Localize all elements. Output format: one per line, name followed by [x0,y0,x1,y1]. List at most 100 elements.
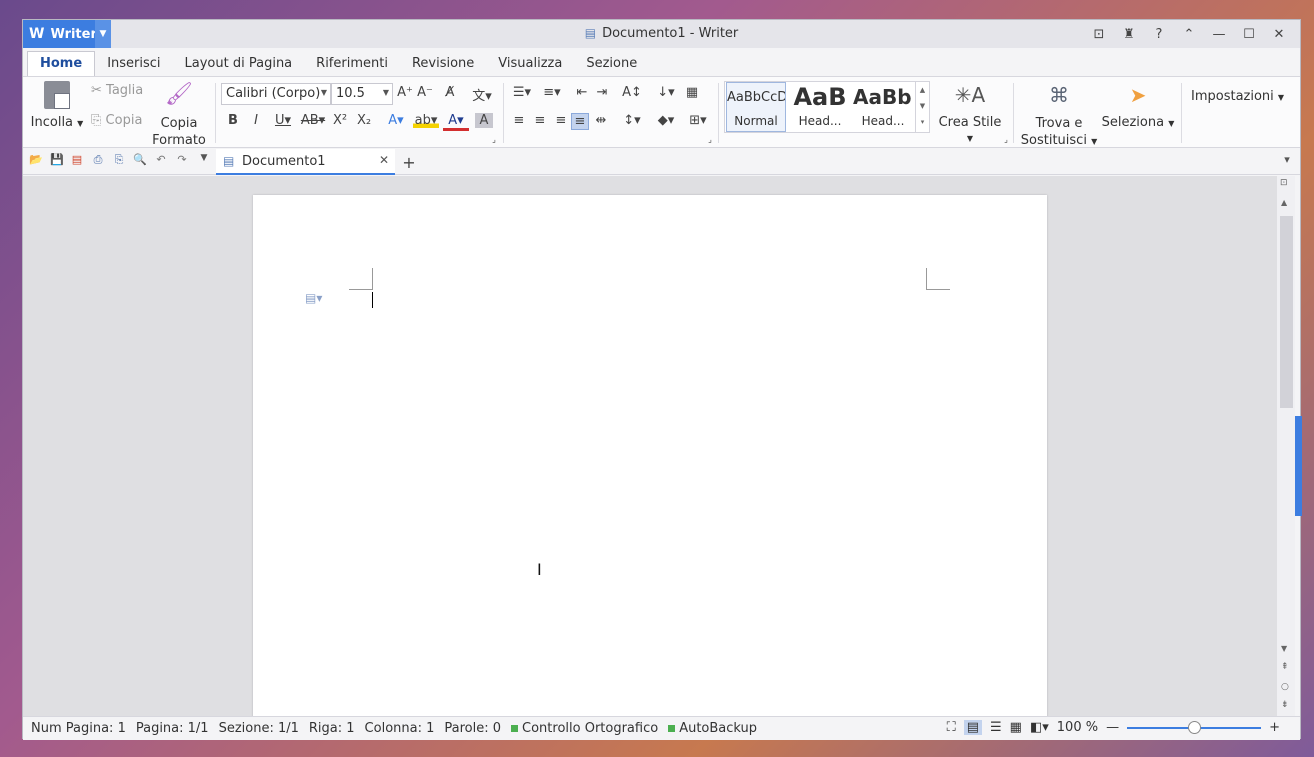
align-right-icon[interactable]: ≡ [552,113,570,128]
font-size-combo[interactable]: 10.5 ▼ [331,83,393,105]
align-left-icon[interactable]: ≡ [510,113,528,128]
next-page-icon[interactable]: ⇟ [1281,700,1289,710]
select-browse-object-icon[interactable]: ○ [1281,682,1289,692]
style-heading-1[interactable]: AaB Head... [789,82,851,132]
style-heading-2[interactable]: AaBb( Head... [853,82,913,132]
gallery-scroll[interactable]: ▲ ▼ ▾ [915,82,929,132]
find-replace-button[interactable]: ⌘ Trova e Sostituisci ▼ [1019,81,1099,150]
format-painter-button[interactable]: 🖌 Copia Formato [151,81,207,149]
char-shading-icon[interactable]: A [475,113,493,128]
shrink-font-icon[interactable]: A⁻ [416,85,434,100]
page-view-icon[interactable]: ▤ [963,720,983,735]
full-screen-icon[interactable]: ⛶ [947,720,956,735]
customize-toolbar-icon[interactable]: ▼ [195,153,213,171]
tab-home[interactable]: Home [27,51,96,76]
font-dialog-icon[interactable]: ⌟ [485,135,503,144]
scroll-up-icon[interactable]: ▲ [1281,198,1287,207]
zoom-slider-knob[interactable] [1188,720,1202,734]
bold-icon[interactable]: B [224,113,242,128]
paragraph-options-icon[interactable]: ▤▾ [305,291,322,305]
zoom-level[interactable]: 100 % [1057,720,1098,735]
text-effects-icon[interactable]: A▾ [383,113,409,128]
subscript-icon[interactable]: X₂ [355,113,373,128]
settings-button[interactable]: Impostazioni ▼ [1191,89,1284,104]
select-button[interactable]: ➤ Seleziona ▼ [1101,81,1175,130]
undo-icon[interactable]: ↶ [152,153,170,171]
spell-check-toggle[interactable]: Controllo Ortografico [511,721,658,736]
copy-button[interactable]: ⎘ Copia [91,113,142,128]
autobackup-toggle[interactable]: AutoBackup [668,721,757,736]
side-panel-toggle[interactable] [1295,416,1302,516]
print-icon[interactable]: ⎙ [89,153,107,171]
help-icon[interactable]: ? [1146,23,1172,45]
paste-button[interactable]: Incolla ▼ [29,81,85,130]
vertical-scrollbar[interactable]: ⊡ ▲ ▼ ⇞ ○ ⇟ [1277,176,1295,716]
document-page[interactable]: ▤▾ [253,195,1047,716]
clear-format-icon[interactable]: A̸ [441,85,459,100]
create-style-button[interactable]: ✳A Crea Stile ▼ [935,81,1005,145]
phonetic-icon[interactable]: 文▾ [469,85,495,104]
maximize-button[interactable]: ☐ [1236,23,1262,45]
print-preview-icon[interactable]: ⎘ [110,153,128,171]
strikethrough-icon[interactable]: AB▾ [299,113,327,128]
justify-icon[interactable]: ≡ [571,113,589,130]
font-name-combo[interactable]: Calibri (Corpo) ▼ [221,83,331,105]
close-button[interactable]: ✕ [1266,23,1292,45]
save-icon[interactable]: 💾 [48,153,66,171]
tab-sezione[interactable]: Sezione [574,52,649,76]
align-center-icon[interactable]: ≡ [531,113,549,128]
previous-page-icon[interactable]: ⇞ [1281,662,1289,672]
document-canvas[interactable]: ▤▾ I [23,176,1277,716]
web-view-icon[interactable]: ▦ [1010,720,1022,735]
tab-layout[interactable]: Layout di Pagina [173,52,305,76]
collapse-ribbon-icon[interactable]: ⌃ [1176,23,1202,45]
status-page-number[interactable]: Num Pagina: 1 [31,721,126,736]
distribute-icon[interactable]: ⇹ [592,113,610,128]
cut-button[interactable]: ✂ Taglia [91,83,143,98]
zoom-out-icon[interactable]: — [1106,720,1119,735]
italic-icon[interactable]: I [247,113,265,128]
export-pdf-icon[interactable]: ▤ [68,153,86,171]
split-view-icon[interactable]: ⊡ [1280,178,1288,188]
bullets-icon[interactable]: ☰▾ [509,85,535,100]
line-spacing-icon[interactable]: ↕▾ [619,113,645,128]
zoom-in-icon[interactable]: + [1269,720,1280,735]
document-tab[interactable]: ▤ Documento1 ✕ [216,149,395,175]
skin-icon[interactable]: ♜ [1116,23,1142,45]
tab-riferimenti[interactable]: Riferimenti [304,52,400,76]
close-tab-icon[interactable]: ✕ [379,153,389,167]
status-section[interactable]: Sezione: 1/1 [219,721,299,736]
superscript-icon[interactable]: X² [331,113,349,128]
decrease-indent-icon[interactable]: ⇤ [573,85,591,100]
status-words[interactable]: Parole: 0 [444,721,501,736]
redo-icon[interactable]: ↷ [173,153,191,171]
reading-mode-icon[interactable]: ◧▾ [1030,720,1049,735]
tab-inserisci[interactable]: Inserisci [95,52,172,76]
highlight-icon[interactable]: ab▾ [413,113,439,128]
paragraph-shading-icon[interactable]: ◆▾ [653,113,679,128]
scroll-down-icon[interactable]: ▼ [1281,644,1287,653]
minimize-button[interactable]: — [1206,23,1232,45]
underline-icon[interactable]: U▾ [271,113,295,128]
zoom-slider[interactable] [1127,720,1262,734]
increase-indent-icon[interactable]: ⇥ [593,85,611,100]
sort-icon[interactable]: ↓▾ [653,85,679,100]
table-icon[interactable]: ▦ [683,85,701,100]
text-direction-icon[interactable]: A↕ [619,85,645,100]
borders-icon[interactable]: ⊞▾ [685,113,711,128]
account-icon[interactable]: ⊡ [1086,23,1112,45]
review-icon[interactable]: 🔍 [131,153,149,171]
tab-options-icon[interactable]: ▾ [1278,153,1296,171]
new-tab-icon[interactable]: + [400,153,418,172]
style-normal[interactable]: AaBbCcD Normal [726,82,786,132]
status-page[interactable]: Pagina: 1/1 [136,721,209,736]
open-icon[interactable]: 📂 [27,153,45,171]
font-color-icon[interactable]: A▾ [443,113,469,131]
tab-visualizza[interactable]: Visualizza [486,52,574,76]
numbering-icon[interactable]: ≡▾ [539,85,565,100]
scroll-thumb[interactable] [1280,216,1293,408]
paragraph-dialog-icon[interactable]: ⌟ [701,135,719,144]
outline-view-icon[interactable]: ☰ [990,720,1002,735]
tab-revisione[interactable]: Revisione [400,52,486,76]
grow-font-icon[interactable]: A⁺ [396,85,414,100]
